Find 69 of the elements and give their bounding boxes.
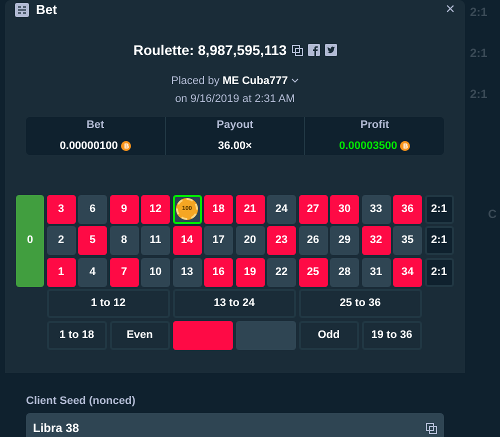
number-cell[interactable]: 1 xyxy=(46,258,76,286)
copy-icon[interactable] xyxy=(426,422,437,434)
dozen-bet-button[interactable]: 13 to 24 xyxy=(172,289,296,318)
number-cell[interactable]: 3 xyxy=(46,194,76,224)
number-cell[interactable]: 32 xyxy=(362,226,390,255)
number-cell[interactable]: 33 xyxy=(362,194,390,224)
number-cell[interactable]: 13 xyxy=(172,258,202,286)
number-cell[interactable]: 4 xyxy=(78,258,107,286)
chevron-down-icon[interactable] xyxy=(290,78,299,84)
copy-icon[interactable] xyxy=(292,44,303,56)
column-bet-button[interactable]: 2:1 xyxy=(424,258,454,286)
number-cell[interactable]: 2 xyxy=(46,226,76,255)
seed-value: Libra 38 xyxy=(33,420,80,437)
number-cell[interactable]: 18 xyxy=(204,194,233,224)
number-cell[interactable]: 20 xyxy=(236,226,264,255)
number-cell[interactable]: 14 xyxy=(172,226,202,255)
twitter-icon[interactable] xyxy=(324,44,337,56)
outside-bet-button[interactable]: 1 to 18 xyxy=(46,320,107,350)
dozen-bet-button[interactable]: 1 to 12 xyxy=(46,289,170,318)
number-cell[interactable]: 29 xyxy=(330,226,359,255)
outside-bet-button[interactable]: Even xyxy=(110,320,170,350)
rank-label: ME xyxy=(222,74,239,88)
number-cell[interactable]: 11 xyxy=(141,226,170,255)
number-cell[interactable]: 6 xyxy=(78,194,107,224)
number-cell[interactable]: 9 xyxy=(110,194,138,224)
number-cell[interactable]: 31 xyxy=(362,258,390,286)
number-cell[interactable]: 28 xyxy=(330,258,359,286)
stat-label: Payout xyxy=(216,118,254,132)
outside-bet-button[interactable]: 19 to 36 xyxy=(362,320,422,350)
dozen-bet-button[interactable]: 25 to 36 xyxy=(298,289,422,318)
number-cell[interactable]: 8 xyxy=(110,226,138,255)
number-cell[interactable]: 26 xyxy=(298,226,328,255)
number-cell[interactable]: 23 xyxy=(267,226,296,255)
column-bet-button[interactable]: 2:1 xyxy=(424,194,454,224)
outside-bet-button[interactable]: Odd xyxy=(298,320,359,350)
username-link[interactable]: Cuba777 xyxy=(242,72,288,89)
bet-title: Roulette: 8,987,595,113 xyxy=(133,40,287,60)
seed-field[interactable]: Libra 38 xyxy=(26,413,444,437)
number-cell[interactable]: 5 xyxy=(78,226,107,255)
list-icon xyxy=(15,2,29,17)
facebook-icon[interactable] xyxy=(308,44,320,56)
stat-value: 0.00003500 xyxy=(339,139,398,154)
number-cell[interactable]: 17 xyxy=(204,226,233,255)
number-cell[interactable]: 12 xyxy=(141,194,170,224)
stat-label: Bet xyxy=(86,118,104,132)
number-cell[interactable]: 21 xyxy=(236,194,264,224)
color-bet-button[interactable] xyxy=(172,320,233,350)
number-cell[interactable]: 35 xyxy=(393,226,422,255)
bet-date: on 9/16/2019 at 2:31 AM xyxy=(174,92,296,107)
number-cell[interactable]: 24 xyxy=(267,194,296,224)
stat-value: 0.00000100 xyxy=(60,139,118,154)
number-cell[interactable]: 10 xyxy=(141,258,170,286)
number-cell[interactable]: 25 xyxy=(298,258,328,286)
number-cell[interactable]: 30 xyxy=(330,194,359,224)
number-cell[interactable]: 19 xyxy=(236,258,264,286)
number-cell[interactable]: 34 xyxy=(393,258,422,286)
modal-title: Bet xyxy=(36,1,57,19)
number-cell[interactable]: 22 xyxy=(267,258,296,286)
stat-value: 36.00× xyxy=(218,139,252,154)
column-bet-button[interactable]: 2:1 xyxy=(424,226,454,255)
placed-by-label: Placed by xyxy=(171,74,220,88)
number-cell[interactable]: 27 xyxy=(298,194,328,224)
close-button[interactable]: × xyxy=(446,2,455,18)
number-cell[interactable]: 36 xyxy=(393,194,422,224)
seed-label: Client Seed (nonced) xyxy=(26,394,136,408)
number-cell[interactable]: 16 xyxy=(204,258,233,286)
color-bet-button[interactable] xyxy=(236,320,296,350)
stat-label: Profit xyxy=(360,118,390,132)
number-cell[interactable]: 7 xyxy=(110,258,138,286)
